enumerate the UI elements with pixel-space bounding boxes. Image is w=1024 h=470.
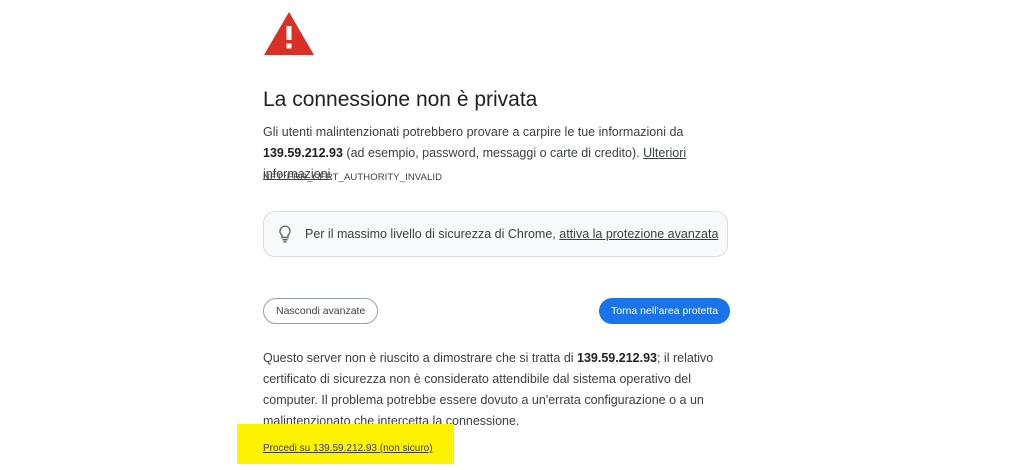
proceed-container: Procedi su 139.59.212.93 (non sicuro) [263, 443, 433, 454]
enhanced-protection-promo: Per il massimo livello di sicurezza di C… [263, 211, 728, 257]
proceed-unsafe-link[interactable]: Procedi su 139.59.212.93 (non sicuro) [263, 443, 433, 454]
details-text: Questo server non è riuscito a dimostrar… [263, 351, 578, 365]
warning-triangle-icon [264, 12, 314, 55]
message-text: Gli utenti malintenzionati potrebbero pr… [263, 125, 684, 139]
page-title: La connessione non è privata [263, 88, 538, 111]
hide-advanced-button[interactable]: Nascondi avanzate [263, 298, 379, 324]
lightbulb-icon [279, 225, 291, 243]
back-to-safety-button[interactable]: Torna nell'area protetta [599, 298, 731, 324]
message-text-2: (ad esempio, password, messaggi o carte … [342, 146, 644, 160]
details-host-name: 139.59.212.93 [577, 351, 657, 365]
error-code: NET::ERR_CERT_AUTHORITY_INVALID [263, 172, 443, 183]
enhanced-protection-link[interactable]: attiva la protezione avanzata [559, 227, 718, 241]
host-name: 139.59.212.93 [263, 146, 343, 160]
promo-text: Per il massimo livello di sicurezza di C… [305, 227, 556, 241]
details-message: Questo server non è riuscito a dimostrar… [263, 348, 733, 432]
